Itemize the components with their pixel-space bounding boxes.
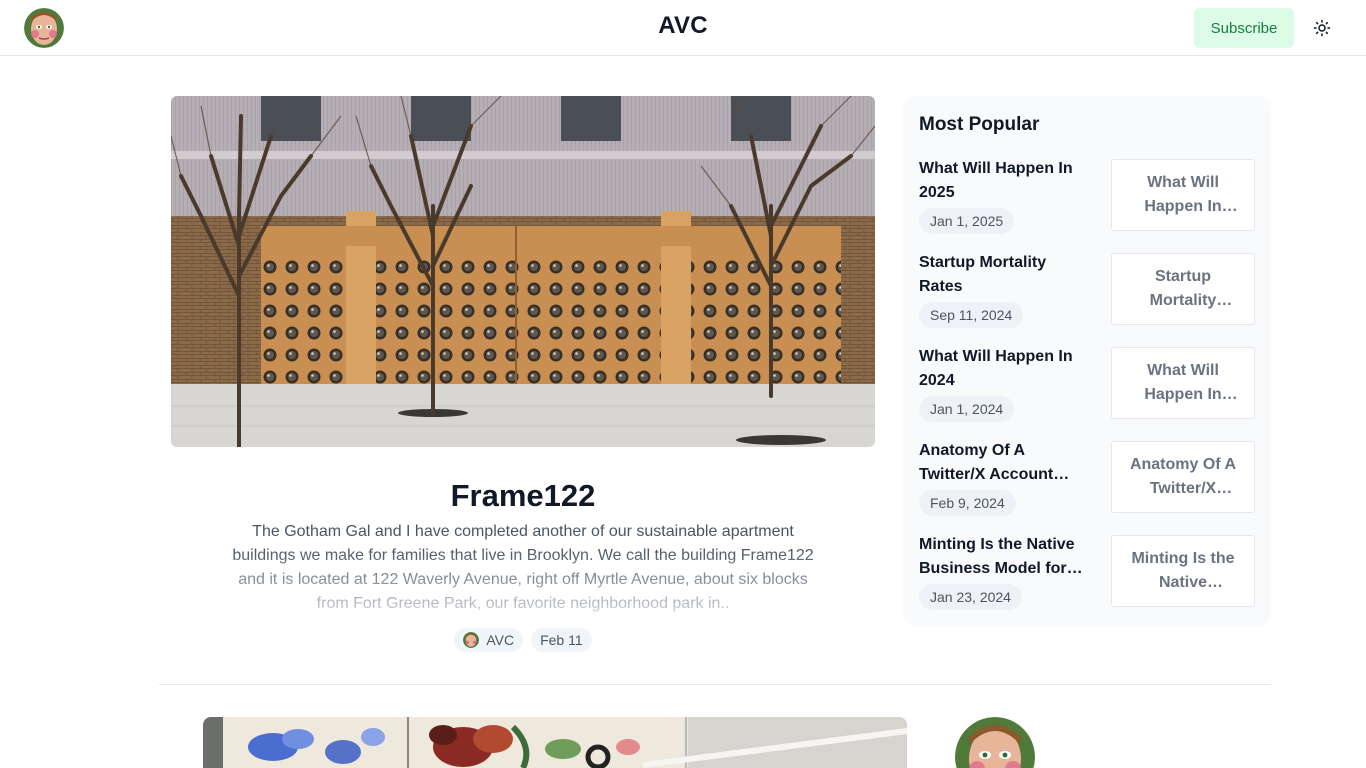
popular-item[interactable]: Minting Is the Native Business Model for… bbox=[919, 533, 1255, 610]
most-popular-panel: Most Popular What Will Happen In 2025 Ja… bbox=[903, 96, 1271, 626]
popular-item[interactable]: What Will Happen In 2024 Jan 1, 2024 Wha… bbox=[919, 345, 1255, 422]
popular-item-date: Feb 9, 2024 bbox=[919, 490, 1016, 516]
popular-item-title[interactable]: Startup Mortality Rates bbox=[919, 251, 1089, 299]
article-date: Feb 11 bbox=[540, 632, 583, 648]
featured-article-image[interactable] bbox=[171, 96, 875, 447]
sun-icon[interactable] bbox=[1310, 16, 1334, 40]
site-title[interactable]: AVC bbox=[0, 12, 1366, 40]
popular-item-date: Jan 23, 2024 bbox=[919, 584, 1022, 610]
popular-item-date: Jan 1, 2025 bbox=[919, 208, 1015, 234]
popular-item-title[interactable]: What Will Happen In 2025 bbox=[919, 157, 1089, 205]
popular-item-thumbnail[interactable]: Startup Mortality Rates bbox=[1111, 253, 1255, 325]
popular-item-date: Sep 11, 2024 bbox=[919, 302, 1024, 328]
next-article-image[interactable] bbox=[203, 717, 907, 768]
author-avatar-icon bbox=[463, 632, 480, 648]
author-name: AVC bbox=[486, 632, 515, 648]
article-excerpt-container: The Gotham Gal and I have completed anot… bbox=[231, 520, 815, 616]
popular-item-title[interactable]: Minting Is the Native Business Model for… bbox=[919, 533, 1089, 581]
popular-item-title[interactable]: What Will Happen In 2024 bbox=[919, 345, 1089, 393]
article-meta: AVC Feb 11 bbox=[171, 628, 875, 652]
date-chip: Feb 11 bbox=[531, 628, 592, 652]
author-chip[interactable]: AVC bbox=[454, 628, 524, 652]
popular-item-thumbnail[interactable]: What Will Happen In 2025 bbox=[1111, 159, 1255, 231]
popular-item[interactable]: Anatomy Of A Twitter/X Account Takeover … bbox=[919, 439, 1255, 516]
author-avatar-icon[interactable] bbox=[955, 717, 1035, 768]
popular-item-title[interactable]: Anatomy Of A Twitter/X Account Takeover bbox=[919, 439, 1089, 487]
popular-item-thumbnail[interactable]: Anatomy Of A Twitter/X Account Takeover bbox=[1111, 441, 1255, 513]
popular-item-date: Jan 1, 2024 bbox=[919, 396, 1015, 422]
section-divider bbox=[159, 684, 1271, 685]
popular-item-thumbnail[interactable]: What Will Happen In 2024 bbox=[1111, 347, 1255, 419]
article-excerpt: The Gotham Gal and I have completed anot… bbox=[232, 523, 814, 612]
popular-item[interactable]: Startup Mortality Rates Sep 11, 2024 Sta… bbox=[919, 251, 1255, 328]
site-header: AVC Subscribe bbox=[0, 0, 1366, 56]
most-popular-heading: Most Popular bbox=[919, 114, 1040, 135]
article-title[interactable]: Frame122 bbox=[171, 478, 875, 514]
popular-item[interactable]: What Will Happen In 2025 Jan 1, 2025 Wha… bbox=[919, 157, 1255, 234]
popular-item-thumbnail[interactable]: Minting Is the Native Business Model for… bbox=[1111, 535, 1255, 607]
subscribe-button[interactable]: Subscribe bbox=[1194, 8, 1294, 48]
